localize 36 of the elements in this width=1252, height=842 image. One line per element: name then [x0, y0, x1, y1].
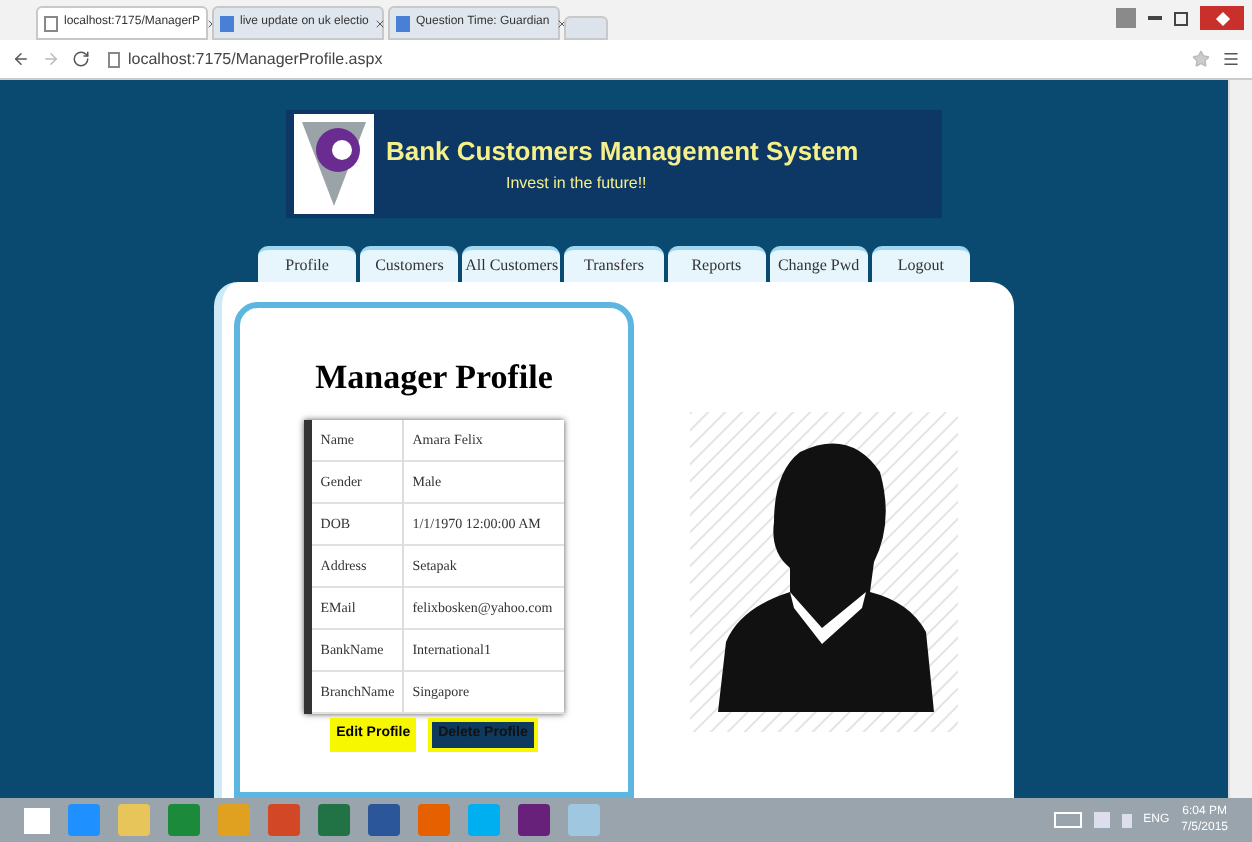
user-icon[interactable] [1116, 8, 1136, 28]
menu-icon[interactable] [1222, 50, 1240, 68]
nav-tab[interactable]: Change Pwd [769, 246, 868, 282]
bank-logo-icon [294, 114, 374, 214]
page-icon [44, 15, 58, 31]
taskbar-app-icon[interactable] [368, 804, 400, 836]
taskbar-app-icon[interactable] [118, 804, 150, 836]
taskbar-app-icon[interactable] [268, 804, 300, 836]
page-icon [108, 51, 120, 67]
close-window-button[interactable] [1200, 6, 1244, 30]
address-field[interactable]: localhost:7175/ManagerProfile.aspx [102, 45, 1180, 73]
site-tagline: Invest in the future!! [506, 171, 647, 196]
taskbar-app-icon[interactable] [518, 804, 550, 836]
taskbar-app-icon[interactable] [168, 804, 200, 836]
nav-tab[interactable]: Transfers [564, 246, 664, 282]
taskbar-app-icon[interactable] [568, 804, 600, 836]
star-icon[interactable] [1192, 50, 1210, 68]
nav-tab[interactable]: All Customers [462, 246, 561, 282]
reload-icon[interactable] [72, 50, 90, 68]
nav-tab[interactable]: Customers [360, 246, 459, 282]
back-icon[interactable] [12, 50, 30, 68]
profile-heading: Manager Profile [315, 356, 553, 400]
site-title: Bank Customers Management System [386, 134, 859, 171]
nav-tab[interactable]: Logout [871, 246, 970, 282]
taskbar-app-icon[interactable] [468, 804, 500, 836]
nav-tab[interactable]: Reports [667, 246, 766, 282]
restore-icon[interactable] [1174, 11, 1188, 25]
page-icon [220, 15, 234, 31]
taskbar-app-icon[interactable] [218, 804, 250, 836]
taskbar-app-icon[interactable] [418, 804, 450, 836]
nav-tab[interactable]: Profile [258, 246, 357, 282]
taskbar-app-icon[interactable] [318, 804, 350, 836]
taskbar-app-icon[interactable] [68, 804, 100, 836]
minimize-icon[interactable] [1148, 16, 1162, 20]
page-icon [396, 15, 410, 31]
forward-icon[interactable] [42, 50, 60, 68]
